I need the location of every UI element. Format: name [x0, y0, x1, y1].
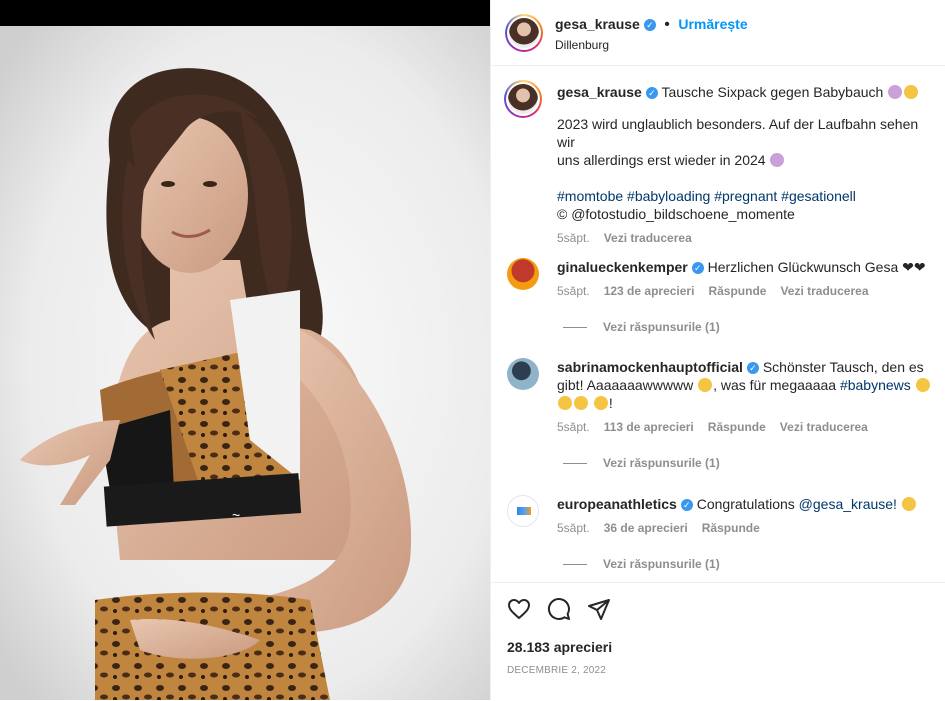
- verified-badge-icon: ✓: [746, 362, 759, 375]
- comment-text: , was für megaaaaa: [713, 377, 837, 393]
- comment-time[interactable]: 5săpt.: [557, 284, 590, 298]
- heart-eyes-emoji-icon: [593, 396, 608, 410]
- raised-hands-emoji-icon: [901, 497, 916, 511]
- heart-eyes-emoji-icon: [574, 396, 588, 410]
- reply-button[interactable]: Răspunde: [708, 420, 766, 434]
- reply-button[interactable]: Răspunde: [702, 521, 760, 535]
- heart-eyes-emoji-icon: [698, 378, 713, 392]
- commenter-avatar[interactable]: [507, 495, 539, 527]
- post-header: gesa_krause ✓ • Urmărește Dillenburg: [491, 0, 945, 66]
- translate-button[interactable]: Vezi traducerea: [780, 284, 868, 298]
- comment-meta: 5săpt. 113 de aprecieri Răspunde Vezi tradu…: [557, 418, 937, 436]
- translate-button[interactable]: Vezi traducerea: [780, 420, 868, 434]
- comment-meta: 5săpt. 36 de aprecieri Răspunde: [557, 519, 937, 537]
- commenter-username[interactable]: sabrinamockenhauptofficial: [557, 359, 743, 375]
- caption-title: Tausche Sixpack gegen Babybauch: [661, 84, 884, 100]
- comment-likes[interactable]: 36 de aprecieri: [604, 521, 688, 535]
- comment-time[interactable]: 5săpt.: [557, 420, 590, 434]
- heart-icon[interactable]: [507, 597, 531, 626]
- reply-button[interactable]: Răspunde: [708, 284, 766, 298]
- view-replies-label: Vezi răspunsurile (1): [603, 557, 720, 571]
- smile-emoji-icon: [904, 85, 919, 99]
- commenter-avatar[interactable]: [507, 258, 539, 290]
- caption-meta: 5săpt. Vezi traducerea: [557, 229, 937, 247]
- commenter-avatar[interactable]: [507, 358, 539, 390]
- comment-likes[interactable]: 113 de aprecieri: [604, 420, 694, 434]
- european-athletics-logo: [517, 507, 531, 515]
- comment-hashtag[interactable]: #babynews: [840, 377, 911, 393]
- heart-eyes-emoji-icon: [558, 396, 572, 410]
- photo-illustration: ~: [0, 0, 490, 700]
- verified-badge-icon: ✓: [680, 499, 693, 512]
- caption-body: 2023 wird unglaublich besonders. Auf der…: [557, 115, 937, 169]
- comment-likes[interactable]: 123 de aprecieri: [604, 284, 695, 298]
- comment-text: Herzlichen Glückwunsch Gesa ❤❤: [707, 259, 926, 275]
- pregnant-emoji-icon: [888, 85, 903, 99]
- view-replies-button[interactable]: Vezi răspunsurile (1): [563, 456, 720, 470]
- comment-item: europeanathletics ✓ Congratulations @gesa…: [507, 495, 937, 575]
- comment-time[interactable]: 5săpt.: [557, 521, 590, 535]
- caption-block: gesa_krause ✓ Tausche Sixpack gegen Babyb…: [504, 80, 937, 245]
- follow-button[interactable]: Urmărește: [678, 16, 747, 32]
- verified-badge-icon: ✓: [645, 87, 658, 100]
- post-panel: gesa_krause ✓ • Urmărește Dillenburg gesa…: [490, 0, 945, 700]
- comment-body: europeanathletics ✓ Congratulations @gesa…: [557, 495, 937, 537]
- post-photo[interactable]: ~: [0, 0, 490, 700]
- comment-body: sabrinamockenhauptofficial ✓ Schönster Ta…: [557, 358, 937, 436]
- view-replies-label: Vezi răspunsurile (1): [603, 320, 720, 334]
- pregnant-emoji-icon: [770, 153, 785, 167]
- commenter-username[interactable]: europeanathletics: [557, 496, 677, 512]
- post-date[interactable]: DECEMBRIE 2, 2022: [507, 665, 606, 676]
- view-replies-button[interactable]: Vezi răspunsurile (1): [563, 557, 720, 571]
- author-avatar[interactable]: [505, 14, 543, 52]
- post-actions: 28.183 aprecieri DECEMBRIE 2, 2022: [491, 582, 945, 701]
- comment-item: sabrinamockenhauptofficial ✓ Schönster Ta…: [507, 358, 937, 478]
- instagram-post-view: ~ gesa_krause ✓ • Urmărește Dillenburg g…: [0, 0, 945, 700]
- photo-credit[interactable]: © @fotostudio_bildschoene_momente: [557, 205, 937, 223]
- header-user-line: gesa_krause ✓ • Urmărește: [555, 16, 748, 33]
- caption-username[interactable]: gesa_krause: [557, 84, 642, 100]
- heart-eyes-emoji-icon: [915, 378, 930, 392]
- comment-mention[interactable]: @gesa_krause!: [799, 496, 897, 512]
- caption-time[interactable]: 5săpt.: [557, 231, 590, 245]
- likes-count[interactable]: 28.183 aprecieri: [507, 639, 612, 655]
- caption-hashtags[interactable]: #momtobe #babyloading #pregnant #gesatio…: [557, 187, 937, 205]
- comment-text: Aaaaaaawwwww: [586, 377, 694, 393]
- verified-badge-icon: ✓: [643, 18, 656, 31]
- translate-button[interactable]: Vezi traducerea: [604, 231, 692, 245]
- location-link[interactable]: Dillenburg: [555, 38, 609, 52]
- comment-text: !: [608, 395, 613, 411]
- comment-text: Congratulations: [696, 496, 795, 512]
- view-replies-label: Vezi răspunsurile (1): [603, 456, 720, 470]
- commenter-username[interactable]: ginalueckenkemper: [557, 259, 688, 275]
- caption-line: 2023 wird unglaublich besonders. Auf der…: [557, 116, 919, 150]
- caption-line: uns allerdings erst wieder in 2024: [557, 152, 766, 168]
- share-icon[interactable]: [587, 597, 611, 626]
- verified-badge-icon: ✓: [691, 262, 704, 275]
- comment-body: ginalueckenkemper ✓ Herzlichen Glückwunsc…: [557, 258, 937, 300]
- comments-scroll[interactable]: gesa_krause ✓ Tausche Sixpack gegen Babyb…: [491, 67, 945, 581]
- caption-avatar[interactable]: [504, 80, 542, 118]
- svg-text:~: ~: [232, 507, 240, 523]
- view-replies-button[interactable]: Vezi răspunsurile (1): [563, 320, 720, 334]
- author-username[interactable]: gesa_krause: [555, 16, 640, 32]
- comment-meta: 5săpt. 123 de aprecieri Răspunde Vezi tradu…: [557, 282, 937, 300]
- caption-text: gesa_krause ✓ Tausche Sixpack gegen Babyb…: [557, 83, 937, 247]
- comment-item: ginalueckenkemper ✓ Herzlichen Glückwunsc…: [507, 258, 937, 348]
- comment-icon[interactable]: [547, 597, 571, 626]
